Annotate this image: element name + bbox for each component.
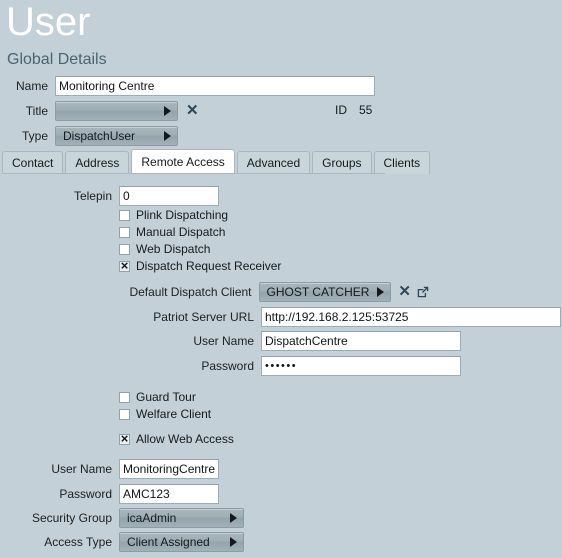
- checkbox-label: Web Dispatch: [136, 242, 211, 256]
- checkbox-welfare-client[interactable]: Welfare Client: [119, 407, 211, 421]
- patriot-server-url-label: Patriot Server URL: [153, 310, 254, 324]
- tab-contact[interactable]: Contact: [2, 151, 64, 174]
- dispatch-user-name-input[interactable]: [261, 331, 461, 351]
- checkbox-manual-dispatch[interactable]: Manual Dispatch: [119, 225, 225, 239]
- checkbox-box-icon[interactable]: [119, 243, 130, 255]
- dispatch-user-name-row: User Name: [0, 330, 470, 352]
- id-label: ID: [335, 103, 347, 117]
- title-row: Title ✕: [0, 100, 210, 122]
- dispatch-password-row: Password: [0, 355, 470, 377]
- default-dispatch-client-value: GHOST CATCHER: [266, 285, 370, 299]
- name-label: Name: [15, 79, 48, 93]
- chevron-right-icon: [164, 106, 171, 116]
- checkbox-label: Plink Dispatching: [136, 208, 229, 222]
- default-dispatch-client-row: Default Dispatch Client GHOST CATCHER ✕: [0, 281, 430, 303]
- access-type-value: Client Assigned: [127, 535, 210, 549]
- chevron-right-icon: [164, 131, 171, 141]
- security-group-value: icaAdmin: [127, 511, 177, 525]
- web-user-name-row: User Name: [0, 458, 230, 480]
- chevron-right-icon: [377, 287, 385, 297]
- tab-address[interactable]: Address: [65, 151, 130, 174]
- default-dispatch-client-clear-button[interactable]: ✕: [398, 284, 411, 299]
- telepin-input[interactable]: [119, 186, 219, 206]
- checkbox-label: Guard Tour: [136, 390, 196, 404]
- patriot-server-url-row: Patriot Server URL: [0, 306, 562, 328]
- telepin-row: Telepin: [0, 185, 230, 207]
- checkbox-allow-web-access[interactable]: Allow Web Access: [119, 431, 234, 447]
- checkbox-box-icon[interactable]: [119, 391, 130, 403]
- tab-strip-underline: [2, 173, 385, 174]
- web-password-row: Password: [0, 483, 230, 505]
- patriot-server-url-input[interactable]: [261, 307, 561, 327]
- checkbox-box-icon[interactable]: [119, 226, 130, 238]
- access-type-label: Access Type: [44, 535, 112, 549]
- type-dropdown[interactable]: DispatchUser: [55, 126, 178, 146]
- checkbox-web-dispatch[interactable]: Web Dispatch: [119, 242, 210, 256]
- tab-clients[interactable]: Clients: [373, 151, 431, 174]
- chevron-right-icon: [230, 537, 237, 547]
- checkbox-guard-tour[interactable]: Guard Tour: [119, 390, 196, 404]
- checkbox-label: Welfare Client: [136, 407, 212, 421]
- security-group-dropdown[interactable]: icaAdmin: [119, 508, 244, 528]
- id-readout: ID 55: [335, 103, 372, 117]
- tab-remote-access[interactable]: Remote Access: [131, 149, 235, 174]
- tab-advanced[interactable]: Advanced: [236, 151, 311, 174]
- web-password-input[interactable]: [119, 484, 219, 504]
- telepin-label: Telepin: [73, 189, 112, 203]
- title-label: Title: [25, 104, 48, 118]
- checkbox-label: Manual Dispatch: [136, 225, 226, 239]
- access-type-dropdown[interactable]: Client Assigned: [119, 532, 244, 552]
- chevron-right-icon: [230, 513, 237, 523]
- checkbox-box-icon[interactable]: [119, 431, 130, 447]
- checkbox-label: Dispatch Request Receiver: [136, 259, 282, 273]
- section-heading: Global Details: [7, 51, 107, 68]
- web-password-label: Password: [59, 487, 112, 501]
- type-dropdown-value: DispatchUser: [63, 129, 136, 143]
- title-dropdown[interactable]: [55, 101, 178, 121]
- title-clear-button[interactable]: ✕: [186, 103, 199, 118]
- checkbox-dispatch-request-receiver[interactable]: Dispatch Request Receiver: [119, 258, 282, 274]
- dispatch-user-name-label: User Name: [193, 334, 254, 348]
- type-label: Type: [21, 129, 48, 143]
- tab-groups[interactable]: Groups: [312, 151, 372, 174]
- web-user-name-label: User Name: [51, 462, 112, 476]
- external-link-icon[interactable]: [416, 285, 430, 299]
- checkbox-box-icon[interactable]: [119, 258, 130, 274]
- checkbox-plink-dispatching[interactable]: Plink Dispatching: [119, 208, 228, 222]
- tab-strip: Contact Address Remote Access Advanced Group…: [2, 149, 431, 174]
- security-group-label: Security Group: [31, 511, 112, 525]
- name-input[interactable]: [55, 76, 375, 96]
- checkbox-box-icon[interactable]: [119, 408, 130, 420]
- dispatch-password-input[interactable]: [261, 356, 461, 376]
- default-dispatch-client-dropdown[interactable]: GHOST CATCHER: [258, 282, 392, 302]
- checkbox-label: Allow Web Access: [136, 432, 234, 446]
- web-user-name-input[interactable]: [119, 459, 219, 479]
- security-group-row: Security Group icaAdmin: [0, 507, 260, 529]
- id-value: 55: [359, 103, 373, 117]
- type-row: Type DispatchUser: [0, 125, 210, 147]
- access-type-row: Access Type Client Assigned: [0, 531, 260, 553]
- name-row: Name: [0, 75, 380, 97]
- page-title: User: [6, 0, 91, 44]
- dispatch-password-label: Password: [201, 359, 254, 373]
- checkbox-box-icon[interactable]: [119, 209, 130, 221]
- default-dispatch-client-label: Default Dispatch Client: [129, 285, 252, 299]
